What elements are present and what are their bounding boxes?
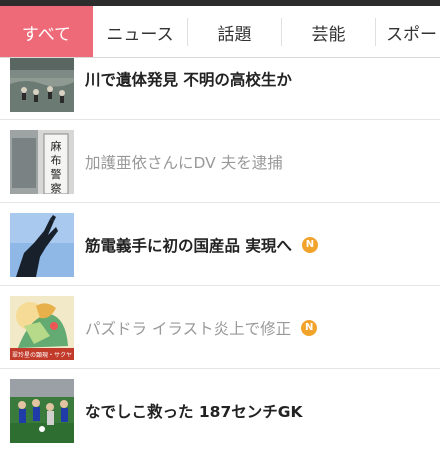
new-badge: N — [301, 237, 318, 253]
tab-all[interactable]: すべて — [0, 6, 93, 57]
tab-topics[interactable]: 話題 — [188, 6, 281, 57]
article-thumbnail — [10, 58, 74, 112]
article-thumbnail: 麻 布 警 察 — [10, 130, 74, 194]
list-item[interactable]: 筋電義手に初の国産品 実現へ N — [0, 204, 440, 286]
article-title: 加護亜依さんにDV 夫を逮捕 — [85, 154, 283, 172]
list-item[interactable]: 麻 布 警 察 加護亜依さんにDV 夫を逮捕 — [0, 121, 440, 203]
article-thumbnail: 翠玲星の顕現・サクヤ — [10, 296, 74, 360]
svg-text:察: 察 — [51, 181, 62, 194]
svg-text:警: 警 — [51, 167, 62, 181]
new-badge: N — [301, 320, 318, 336]
list-item[interactable]: 翠玲星の顕現・サクヤ パズドラ イラスト炎上で修正 N — [0, 287, 440, 369]
article-thumbnail — [10, 379, 74, 443]
tab-sports[interactable]: スポー — [376, 6, 440, 57]
tab-news[interactable]: ニュース — [93, 6, 187, 57]
article-title: 川で遺体発見 不明の高校生か — [85, 71, 292, 89]
article-title: パズドラ イラスト炎上で修正 N — [85, 307, 318, 349]
article-thumbnail — [10, 213, 74, 277]
list-item[interactable]: なでしこ救った 187センチGK — [0, 370, 440, 450]
svg-text:布: 布 — [51, 154, 62, 167]
article-list: 川で遺体発見 不明の高校生か 麻 布 警 察 加護亜依さんにDV 夫を逮捕 筋電… — [0, 58, 440, 450]
list-item[interactable]: 川で遺体発見 不明の高校生か — [0, 58, 440, 120]
category-tabs: すべて ニュース 話題 芸能 スポー — [0, 6, 440, 58]
article-title: 筋電義手に初の国産品 実現へ N — [85, 224, 318, 266]
article-title: なでしこ救った 187センチGK — [85, 403, 303, 421]
svg-text:翠玲星の顕現・サクヤ: 翠玲星の顕現・サクヤ — [12, 351, 72, 359]
svg-text:麻: 麻 — [51, 139, 62, 153]
tab-entertainment[interactable]: 芸能 — [282, 6, 375, 57]
